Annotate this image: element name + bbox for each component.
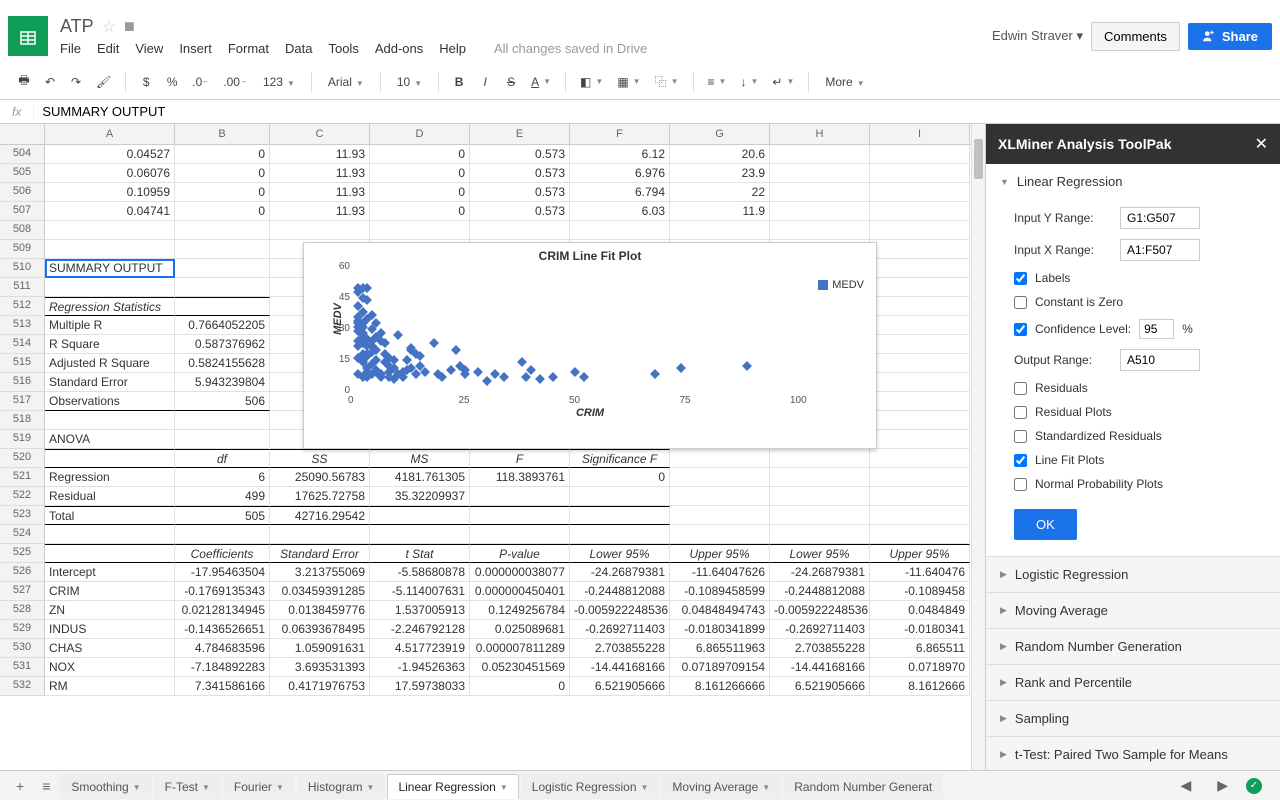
formula-input[interactable] — [34, 102, 1280, 121]
star-icon[interactable]: ☆ — [102, 17, 116, 37]
tab-scroll-left-icon[interactable]: ◀ — [1172, 773, 1199, 798]
tab-fourier[interactable]: Fourier▼ — [223, 774, 295, 799]
menubar: File Edit View Insert Format Data Tools … — [60, 41, 992, 56]
fill-color-icon[interactable]: ◧▼ — [574, 71, 609, 93]
merge-icon[interactable]: ⿻▼ — [649, 69, 685, 94]
toolbar: 🖶 ↶ ↷ 🖌 $ % .0← .00→ 123▼ Arial▼ 10▼ B I… — [0, 64, 1280, 100]
bold-icon[interactable]: B — [447, 71, 471, 93]
menu-tools[interactable]: Tools — [328, 41, 358, 56]
label-output-range: Output Range: — [1014, 353, 1114, 367]
wrap-icon[interactable]: ↵▼ — [766, 71, 800, 93]
ok-button[interactable]: OK — [1014, 509, 1077, 540]
section-random-number[interactable]: ▶Random Number Generation — [986, 629, 1280, 664]
tab-scroll-right-icon[interactable]: ▶ — [1209, 773, 1236, 798]
paint-format-icon[interactable]: 🖌 — [90, 71, 117, 93]
status-ok-icon[interactable]: ✓ — [1246, 778, 1262, 794]
fx-label: fx — [0, 105, 34, 119]
input-confidence[interactable] — [1139, 319, 1174, 339]
input-output-range[interactable] — [1120, 349, 1200, 371]
tab-linear-regression[interactable]: Linear Regression▼ — [387, 774, 518, 799]
section-moving-average[interactable]: ▶Moving Average — [986, 593, 1280, 628]
vertical-scrollbar[interactable] — [971, 124, 985, 770]
borders-icon[interactable]: ▦▼ — [611, 71, 646, 93]
input-yrange[interactable] — [1120, 207, 1200, 229]
label-yrange: Input Y Range: — [1014, 211, 1114, 225]
text-color-icon[interactable]: A▼ — [525, 71, 557, 93]
folder-icon[interactable]: ■ — [124, 16, 135, 37]
chart-crim-line-fit[interactable]: CRIM Line Fit Plot MEDV MEDV 01530456002… — [303, 242, 877, 449]
chk-labels[interactable] — [1014, 272, 1027, 285]
undo-icon[interactable]: ↶ — [38, 71, 62, 93]
section-ttest[interactable]: ▶t-Test: Paired Two Sample for Means — [986, 737, 1280, 770]
menu-view[interactable]: View — [135, 41, 163, 56]
print-icon[interactable]: 🖶 — [12, 67, 36, 96]
chk-residual-plots[interactable] — [1014, 406, 1027, 419]
section-linear-regression[interactable]: ▼Linear Regression — [986, 164, 1280, 199]
xlminer-sidebar: XLMiner Analysis ToolPak ✕ ▼Linear Regre… — [985, 124, 1280, 770]
font-size[interactable]: 10▼ — [389, 71, 430, 93]
tab-moving-average[interactable]: Moving Average▼ — [661, 774, 781, 799]
menu-format[interactable]: Format — [228, 41, 269, 56]
halign-icon[interactable]: ≡▼ — [702, 71, 733, 93]
section-sampling[interactable]: ▶Sampling — [986, 701, 1280, 736]
menu-help[interactable]: Help — [439, 41, 466, 56]
sidebar-title: XLMiner Analysis ToolPak — [998, 136, 1172, 152]
sheets-app-icon[interactable] — [8, 16, 48, 56]
section-logistic-regression[interactable]: ▶Logistic Regression — [986, 557, 1280, 592]
redo-icon[interactable]: ↷ — [64, 71, 88, 93]
decrease-decimal[interactable]: .0← — [186, 71, 215, 93]
italic-icon[interactable]: I — [473, 71, 497, 93]
tab-ftest[interactable]: F-Test▼ — [154, 774, 221, 799]
format-currency[interactable]: $ — [134, 71, 158, 93]
share-button[interactable]: Share — [1188, 23, 1272, 50]
chk-std-residuals[interactable] — [1014, 430, 1027, 443]
more-formatting[interactable]: More▼ — [817, 71, 872, 93]
chk-constant-zero[interactable] — [1014, 296, 1027, 309]
menu-insert[interactable]: Insert — [179, 41, 212, 56]
tab-random-number[interactable]: Random Number Generat — [783, 774, 943, 799]
chk-confidence[interactable] — [1014, 323, 1027, 336]
chart-title: CRIM Line Fit Plot — [304, 249, 876, 263]
menu-file[interactable]: File — [60, 41, 81, 56]
chk-normal-prob[interactable] — [1014, 478, 1027, 491]
strike-icon[interactable]: S — [499, 71, 523, 93]
number-format[interactable]: 123▼ — [255, 71, 303, 93]
tab-smoothing[interactable]: Smoothing▼ — [60, 774, 151, 799]
spreadsheet-grid[interactable]: ABCDEFGHI5040.04527011.9300.5736.1220.65… — [0, 124, 985, 770]
increase-decimal[interactable]: .00→ — [217, 71, 253, 93]
comments-button[interactable]: Comments — [1091, 22, 1180, 51]
chart-legend: MEDV — [818, 279, 864, 291]
section-rank-percentile[interactable]: ▶Rank and Percentile — [986, 665, 1280, 700]
sheet-tabs-bar: + ≡ Smoothing▼ F-Test▼ Fourier▼ Histogra… — [0, 770, 1280, 800]
document-title[interactable]: ATP — [60, 16, 94, 37]
menu-addons[interactable]: Add-ons — [375, 41, 423, 56]
menu-edit[interactable]: Edit — [97, 41, 119, 56]
user-menu[interactable]: Edwin Straver ▾ — [992, 28, 1083, 44]
chk-line-fit[interactable] — [1014, 454, 1027, 467]
add-sheet-icon[interactable]: + — [8, 774, 32, 798]
save-status: All changes saved in Drive — [494, 41, 647, 56]
format-percent[interactable]: % — [160, 71, 184, 93]
tab-histogram[interactable]: Histogram▼ — [297, 774, 386, 799]
all-sheets-icon[interactable]: ≡ — [34, 774, 58, 798]
font-family[interactable]: Arial▼ — [320, 71, 372, 93]
close-icon[interactable]: ✕ — [1255, 134, 1268, 154]
input-xrange[interactable] — [1120, 239, 1200, 261]
chk-residuals[interactable] — [1014, 382, 1027, 395]
label-xrange: Input X Range: — [1014, 243, 1114, 257]
tab-logistic-regression[interactable]: Logistic Regression▼ — [521, 774, 660, 799]
valign-icon[interactable]: ↓▼ — [734, 71, 764, 93]
menu-data[interactable]: Data — [285, 41, 312, 56]
